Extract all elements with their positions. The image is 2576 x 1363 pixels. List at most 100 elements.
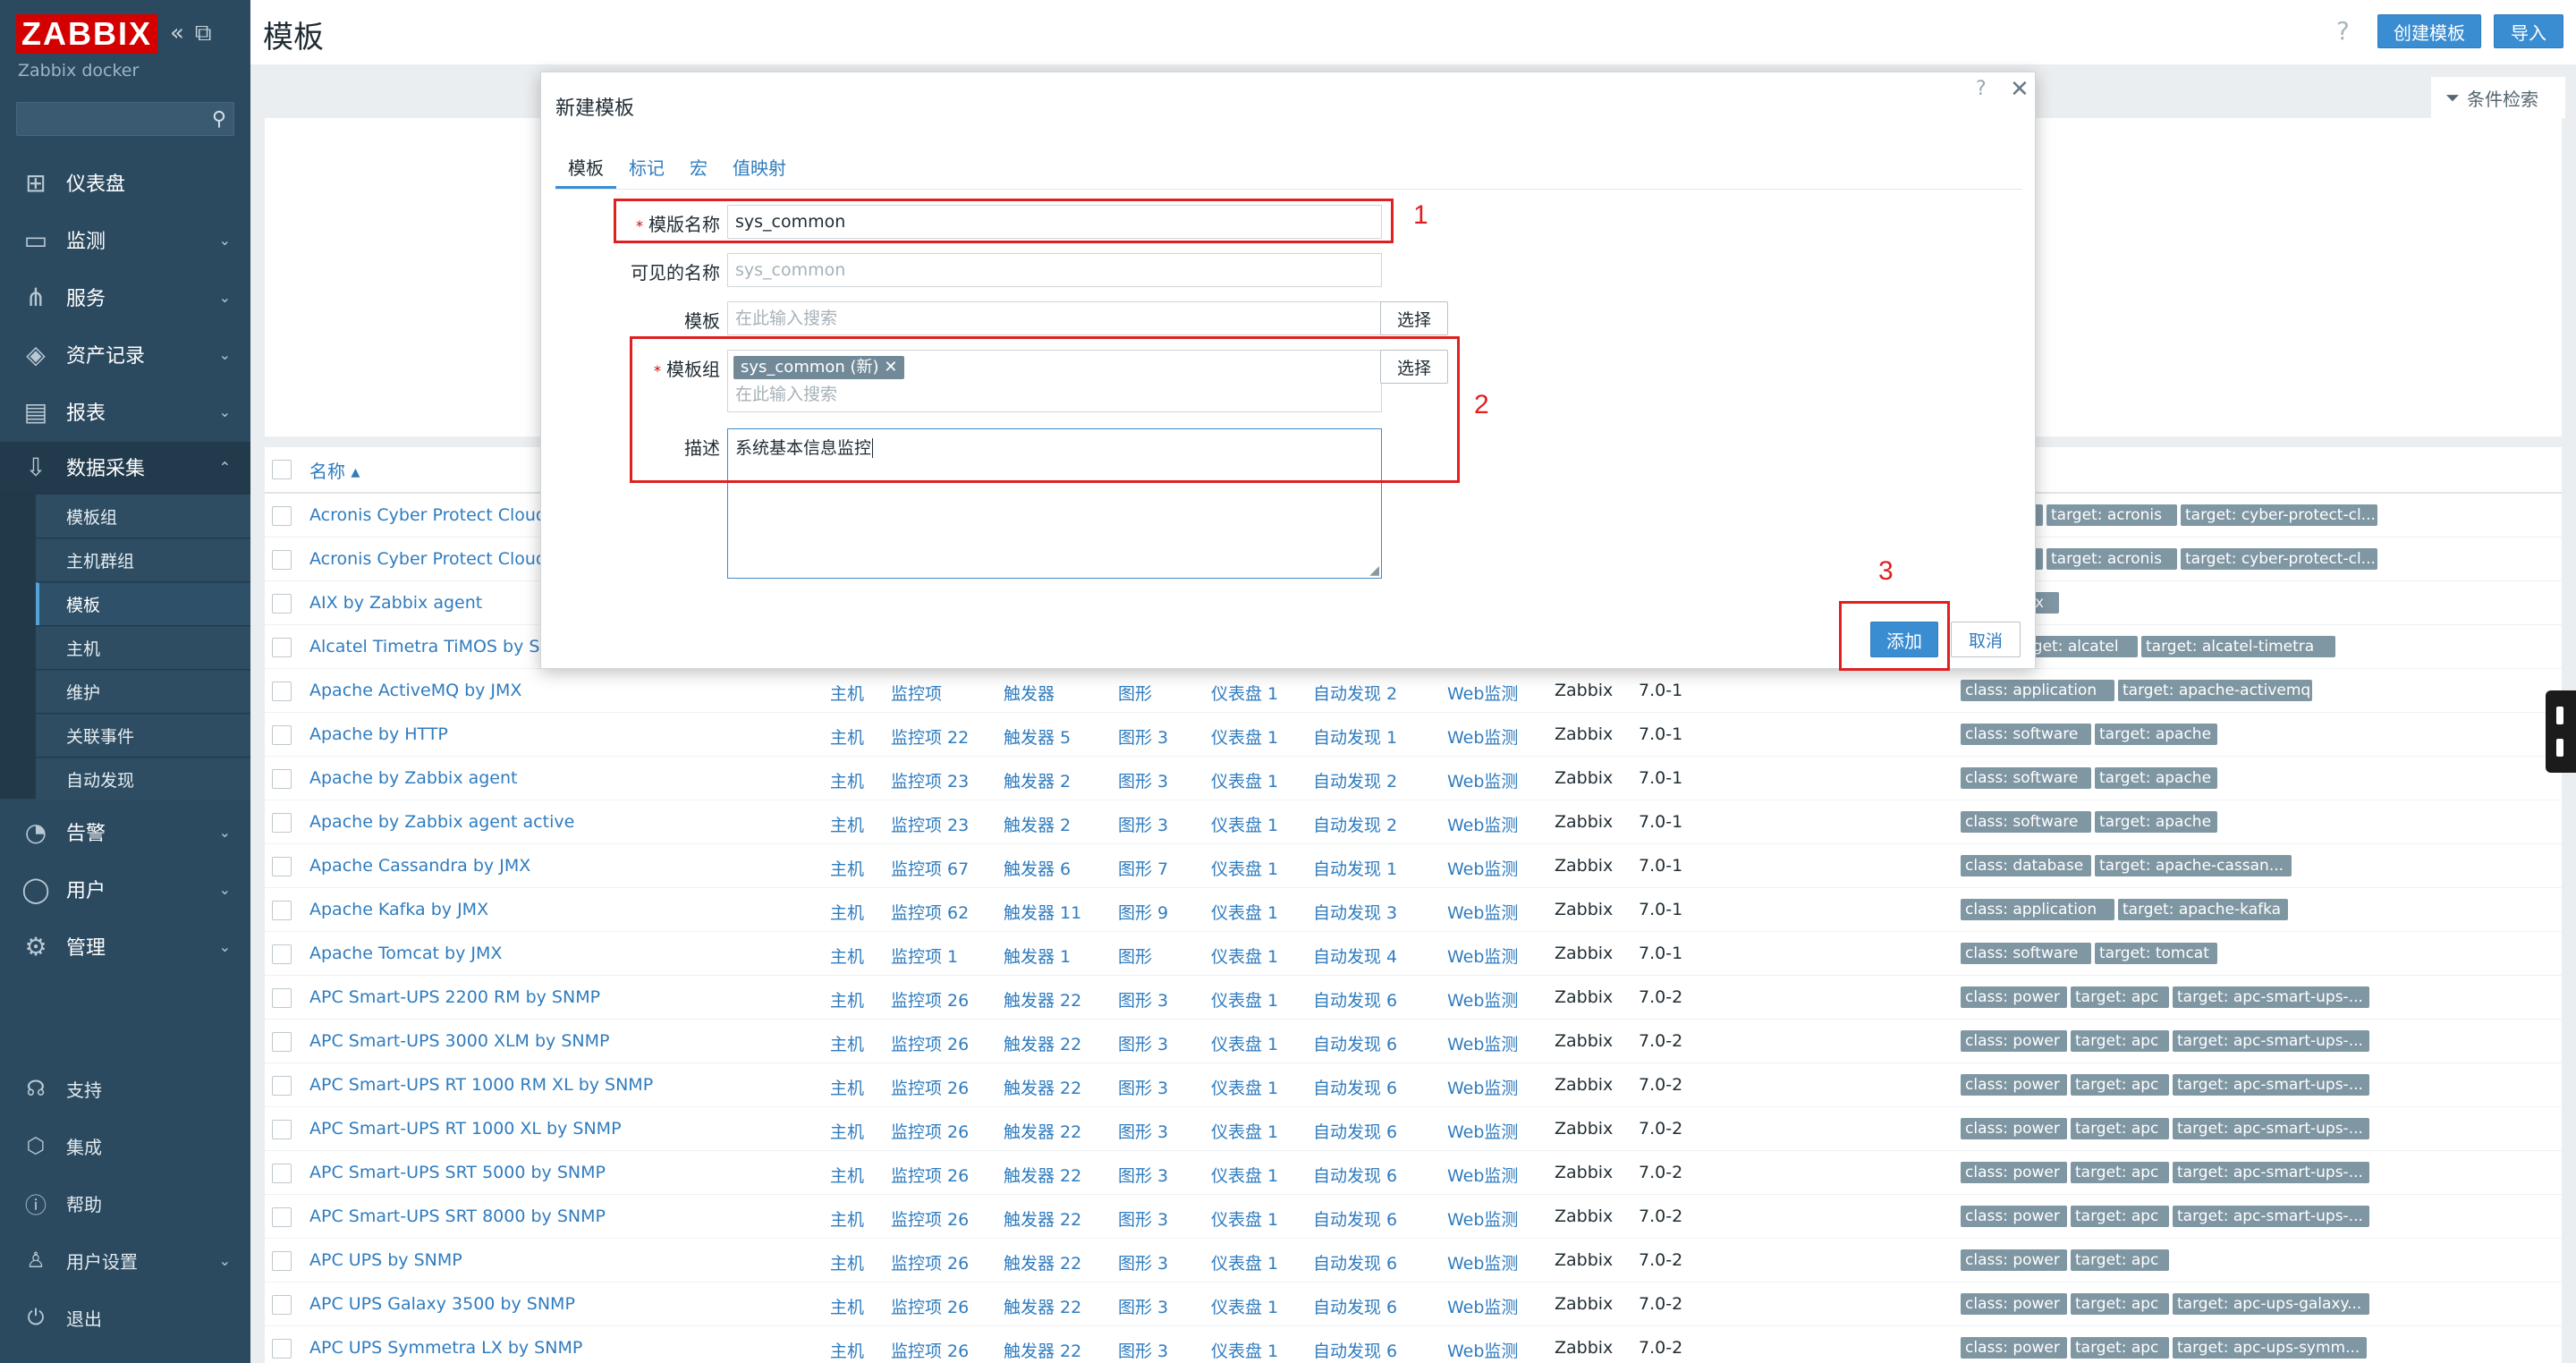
nav-dashboards[interactable]: ⊞ 仪表盘 bbox=[0, 157, 250, 207]
discovery-link[interactable]: 自动发现 6 bbox=[1313, 1294, 1397, 1318]
graphs-link[interactable]: 图形 3 bbox=[1118, 1075, 1168, 1099]
web-link[interactable]: Web监测 bbox=[1447, 768, 1518, 792]
hosts-link[interactable]: 主机 bbox=[830, 812, 864, 836]
dashboards-link[interactable]: 仪表盘 1 bbox=[1211, 812, 1278, 836]
items-link[interactable]: 监控项 1 bbox=[891, 944, 958, 968]
web-link[interactable]: Web监测 bbox=[1447, 681, 1518, 705]
nav-monitoring[interactable]: ▭ 监测 ⌄ bbox=[0, 215, 250, 265]
dashboards-link[interactable]: 仪表盘 1 bbox=[1211, 1338, 1278, 1362]
items-link[interactable]: 监控项 26 bbox=[891, 1294, 969, 1318]
row-checkbox[interactable] bbox=[272, 857, 292, 876]
dashboards-link[interactable]: 仪表盘 1 bbox=[1211, 944, 1278, 968]
graphs-link[interactable]: 图形 bbox=[1118, 681, 1152, 705]
templates-select-button[interactable]: 选择 bbox=[1380, 301, 1448, 335]
discovery-link[interactable]: 自动发现 2 bbox=[1313, 768, 1397, 792]
row-checkbox[interactable] bbox=[272, 550, 292, 570]
items-link[interactable]: 监控项 26 bbox=[891, 1206, 969, 1231]
collapse-sidebar-icon[interactable]: « bbox=[170, 20, 184, 47]
web-link[interactable]: Web监测 bbox=[1447, 856, 1518, 880]
items-link[interactable]: 监控项 62 bbox=[891, 900, 969, 924]
graphs-link[interactable]: 图形 3 bbox=[1118, 1338, 1168, 1362]
dashboards-link[interactable]: 仪表盘 1 bbox=[1211, 724, 1278, 749]
sidebar-item-templates[interactable]: 模板 bbox=[36, 582, 250, 625]
hosts-link[interactable]: 主机 bbox=[830, 724, 864, 749]
dashboards-link[interactable]: 仪表盘 1 bbox=[1211, 1119, 1278, 1143]
graphs-link[interactable]: 图形 3 bbox=[1118, 1250, 1168, 1274]
graphs-link[interactable]: 图形 bbox=[1118, 944, 1152, 968]
help-icon[interactable]: ? bbox=[2336, 16, 2350, 46]
hosts-link[interactable]: 主机 bbox=[830, 1163, 864, 1187]
nav-help[interactable]: ⓘ 帮助 bbox=[0, 1179, 250, 1227]
select-all-checkbox[interactable] bbox=[272, 460, 292, 479]
triggers-link[interactable]: 触发器 1 bbox=[1004, 944, 1071, 968]
triggers-link[interactable]: 触发器 2 bbox=[1004, 768, 1071, 792]
template-name-link[interactable]: Apache ActiveMQ by JMX bbox=[309, 681, 521, 700]
template-name-link[interactable]: APC UPS Symmetra LX by SNMP bbox=[309, 1338, 582, 1358]
dashboards-link[interactable]: 仪表盘 1 bbox=[1211, 681, 1278, 705]
sidebar-item-template-groups[interactable]: 模板组 bbox=[36, 495, 250, 538]
items-link[interactable]: 监控项 22 bbox=[891, 724, 969, 749]
triggers-link[interactable]: 触发器 22 bbox=[1004, 987, 1081, 1012]
web-link[interactable]: Web监测 bbox=[1447, 1163, 1518, 1187]
hosts-link[interactable]: 主机 bbox=[830, 900, 864, 924]
nav-alerts[interactable]: ◔ 告警 ⌄ bbox=[0, 807, 250, 857]
tab-value-mapping[interactable]: 值映射 bbox=[720, 155, 799, 189]
template-name-link[interactable]: Apache Tomcat by JMX bbox=[309, 944, 502, 963]
sidebar-item-discovery[interactable]: 自动发现 bbox=[36, 758, 250, 800]
template-name-link[interactable]: Acronis Cyber Protect Cloud M bbox=[309, 549, 566, 569]
discovery-link[interactable]: 自动发现 6 bbox=[1313, 1206, 1397, 1231]
discovery-link[interactable]: 自动发现 1 bbox=[1313, 724, 1397, 749]
template-name-link[interactable]: Apache Kafka by JMX bbox=[309, 900, 488, 919]
triggers-link[interactable]: 触发器 22 bbox=[1004, 1031, 1081, 1055]
side-scroll-handle[interactable] bbox=[2546, 690, 2576, 773]
hosts-link[interactable]: 主机 bbox=[830, 681, 864, 705]
items-link[interactable]: 监控项 26 bbox=[891, 1075, 969, 1099]
graphs-link[interactable]: 图形 3 bbox=[1118, 724, 1168, 749]
graphs-link[interactable]: 图形 3 bbox=[1118, 1119, 1168, 1143]
web-link[interactable]: Web监测 bbox=[1447, 944, 1518, 968]
search-icon[interactable]: ⚲ bbox=[212, 108, 226, 131]
discovery-link[interactable]: 自动发现 3 bbox=[1313, 900, 1397, 924]
row-checkbox[interactable] bbox=[272, 1120, 292, 1139]
row-checkbox[interactable] bbox=[272, 638, 292, 657]
triggers-link[interactable]: 触发器 22 bbox=[1004, 1338, 1081, 1362]
web-link[interactable]: Web监测 bbox=[1447, 987, 1518, 1012]
items-link[interactable]: 监控项 26 bbox=[891, 1031, 969, 1055]
items-link[interactable]: 监控项 23 bbox=[891, 812, 969, 836]
nav-support[interactable]: ☊ 支持 bbox=[0, 1064, 250, 1113]
sidebar-item-maintenance[interactable]: 维护 bbox=[36, 670, 250, 713]
name-column-header[interactable]: 名称 ▴ bbox=[309, 457, 360, 483]
row-checkbox[interactable] bbox=[272, 1076, 292, 1096]
dashboards-link[interactable]: 仪表盘 1 bbox=[1211, 987, 1278, 1012]
hosts-link[interactable]: 主机 bbox=[830, 1119, 864, 1143]
template-name-link[interactable]: APC Smart-UPS RT 1000 XL by SNMP bbox=[309, 1119, 622, 1139]
template-name-link[interactable]: APC Smart-UPS 2200 RM by SNMP bbox=[309, 987, 600, 1007]
graphs-link[interactable]: 图形 3 bbox=[1118, 768, 1168, 792]
graphs-link[interactable]: 图形 3 bbox=[1118, 1031, 1168, 1055]
items-link[interactable]: 监控项 26 bbox=[891, 987, 969, 1012]
template-name-link[interactable]: Apache by Zabbix agent bbox=[309, 768, 518, 788]
template-name-link[interactable]: APC Smart-UPS RT 1000 RM XL by SNMP bbox=[309, 1075, 653, 1095]
row-checkbox[interactable] bbox=[272, 1207, 292, 1227]
discovery-link[interactable]: 自动发现 4 bbox=[1313, 944, 1397, 968]
template-name-link[interactable]: APC UPS Galaxy 3500 by SNMP bbox=[309, 1294, 575, 1314]
dashboards-link[interactable]: 仪表盘 1 bbox=[1211, 900, 1278, 924]
row-checkbox[interactable] bbox=[272, 1251, 292, 1271]
nav-sign-out[interactable]: ⏻ 退出 bbox=[0, 1293, 250, 1342]
graphs-link[interactable]: 图形 3 bbox=[1118, 1294, 1168, 1318]
row-checkbox[interactable] bbox=[272, 1032, 292, 1052]
row-checkbox[interactable] bbox=[272, 901, 292, 920]
dashboards-link[interactable]: 仪表盘 1 bbox=[1211, 1250, 1278, 1274]
hosts-link[interactable]: 主机 bbox=[830, 1075, 864, 1099]
discovery-link[interactable]: 自动发现 1 bbox=[1313, 856, 1397, 880]
nav-data-collection[interactable]: ⇩ 数据采集 ⌃ bbox=[0, 442, 250, 492]
discovery-link[interactable]: 自动发现 6 bbox=[1313, 1163, 1397, 1187]
hosts-link[interactable]: 主机 bbox=[830, 768, 864, 792]
hosts-link[interactable]: 主机 bbox=[830, 1250, 864, 1274]
template-name-link[interactable]: Apache Cassandra by JMX bbox=[309, 856, 530, 876]
web-link[interactable]: Web监测 bbox=[1447, 900, 1518, 924]
template-name-link[interactable]: Acronis Cyber Protect Cloud b bbox=[309, 505, 563, 525]
discovery-link[interactable]: 自动发现 6 bbox=[1313, 1075, 1397, 1099]
row-checkbox[interactable] bbox=[272, 725, 292, 745]
template-name-link[interactable]: Alcatel Timetra TiMOS by SNM bbox=[309, 637, 567, 656]
